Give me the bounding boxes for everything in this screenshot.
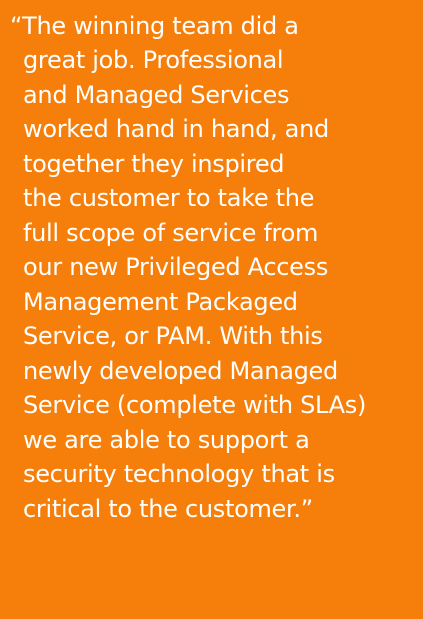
quote-line-11: newly developed Managed [23,357,338,385]
quote-line-2: great job. Professional [23,46,284,74]
quote-line-4: worked hand in hand, and [23,115,329,143]
quote-line-6: the customer to take the [23,184,315,212]
quote-line-15: critical to the customer.” [23,495,313,523]
quote-line-12: Service (complete with SLAs) [23,391,367,419]
quote-line-3: and Managed Services [23,81,290,109]
quote-line-13: we are able to support a [23,426,310,454]
quote-line-10: Service, or PAM. With this [23,322,323,350]
quote-line-9: Management Packaged [23,288,298,316]
quote-line-7: full scope of service from [23,219,319,247]
quote-line-5: together they inspired [23,150,285,178]
quote-block: “The winning team did a great job. Profe… [0,0,423,619]
quote-line-8: our new Privileged Access [23,253,329,281]
quote-line-14: security technology that is [23,460,335,488]
quote-line-1: “The winning team did a [10,12,299,40]
